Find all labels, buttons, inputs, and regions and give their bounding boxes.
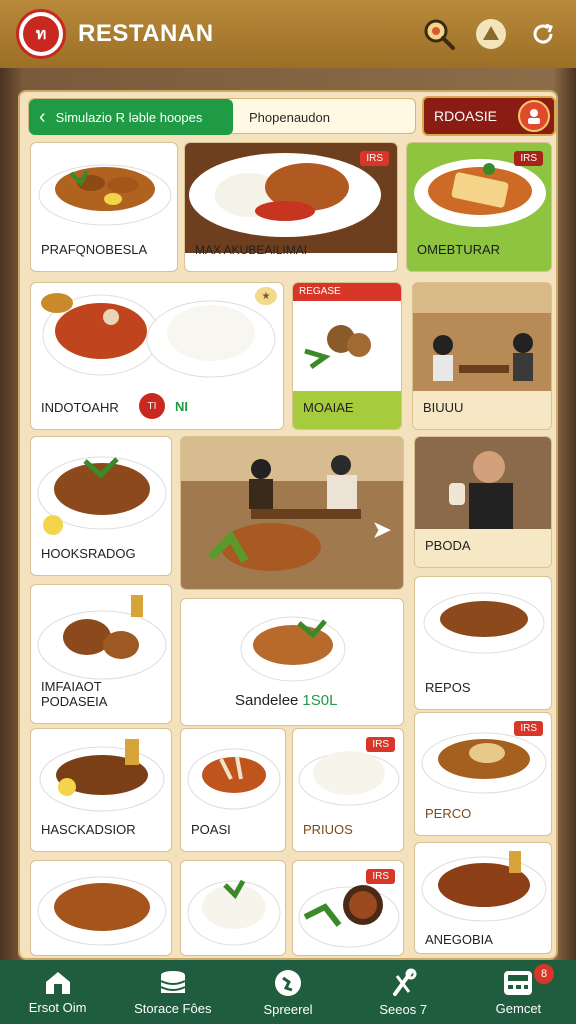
food-image bbox=[41, 293, 276, 378]
menu-card[interactable]: ➤ bbox=[180, 436, 404, 590]
search-icon[interactable] bbox=[422, 17, 456, 51]
notification-badge: 8 bbox=[534, 964, 555, 984]
nav-label: Seeos 7 bbox=[379, 1001, 428, 1017]
menu-card[interactable] bbox=[30, 860, 172, 956]
menu-card[interactable]: IRS bbox=[292, 860, 404, 956]
card-tag: TI bbox=[139, 393, 165, 419]
food-image bbox=[37, 595, 167, 680]
app-title: RESTANAN bbox=[78, 20, 214, 47]
food-image bbox=[187, 879, 281, 946]
play-icon[interactable]: ➤ bbox=[373, 517, 391, 543]
food-image bbox=[423, 592, 545, 654]
menu-card[interactable]: IRS PERCO bbox=[414, 712, 552, 836]
tools-icon bbox=[393, 968, 417, 996]
menu-card[interactable]: IRS OMEBTURAR bbox=[406, 142, 552, 272]
menu-card[interactable]: POASI bbox=[180, 728, 286, 852]
nav-gemcet[interactable]: Gemcet 8 bbox=[461, 960, 576, 1024]
refresh-icon[interactable] bbox=[526, 17, 560, 51]
card-label: POASI bbox=[191, 822, 231, 837]
back-button[interactable]: ‹ Simulazio R ləble hoopes bbox=[29, 99, 233, 135]
back-label: Simulazio R ləble hoopes bbox=[55, 109, 203, 125]
card-tag: IRS bbox=[514, 151, 543, 166]
card-label: REPOS bbox=[425, 680, 471, 695]
card-label: ANEGOBIA bbox=[425, 932, 493, 947]
food-image bbox=[37, 876, 167, 946]
menu-card[interactable]: ANEGOBIA bbox=[414, 842, 552, 954]
card-extra: NI bbox=[175, 398, 188, 414]
card-label: MOAIAE bbox=[303, 400, 354, 415]
card-tag: IRS bbox=[360, 151, 389, 166]
food-image bbox=[240, 616, 346, 682]
logo-mark: ท bbox=[23, 16, 59, 52]
menu-card[interactable]: PBODA bbox=[414, 436, 552, 568]
waiter-photo bbox=[415, 437, 551, 537]
food-image bbox=[299, 321, 399, 381]
card-label: OMEBTURAR bbox=[417, 242, 501, 257]
dining-photo bbox=[181, 437, 403, 589]
promo-button[interactable]: RDOASIE bbox=[422, 96, 556, 136]
card-label: Sandelee bbox=[235, 692, 299, 709]
menu-card[interactable]: IRS PRIUOS bbox=[292, 728, 404, 852]
food-image bbox=[421, 851, 547, 922]
nav-home[interactable]: Ersot Oim bbox=[0, 960, 115, 1024]
app-header: ท RESTANAN bbox=[0, 0, 576, 68]
nav-spreerel[interactable]: Spreerel bbox=[230, 960, 345, 1024]
food-image bbox=[38, 164, 172, 226]
chef-avatar-icon bbox=[518, 100, 550, 132]
calculator-icon bbox=[504, 970, 533, 995]
card-label: PBODA bbox=[425, 538, 471, 553]
dining-photo bbox=[413, 283, 551, 393]
card-label: MAX AKUBEAILIMAI bbox=[195, 243, 308, 257]
food-image bbox=[39, 739, 165, 812]
card-label: HOOKSRADOG bbox=[41, 546, 136, 561]
menu-card[interactable]: PRAFQNOBESLA bbox=[30, 142, 178, 272]
app-logo[interactable]: ท bbox=[16, 9, 66, 59]
menu-card[interactable]: HOOKSRADOG bbox=[30, 436, 172, 576]
nav-label: Spreerel bbox=[263, 1001, 313, 1017]
card-label: HASCKADSIOR bbox=[41, 822, 136, 837]
card-label: PRAFQNOBESLA bbox=[41, 242, 148, 257]
card-tag: IRS bbox=[514, 721, 543, 736]
nav-storage[interactable]: Storace Fôes bbox=[115, 960, 230, 1024]
menu-card[interactable]: IMFAIAOT PODASEIA bbox=[30, 584, 172, 724]
food-image bbox=[187, 748, 281, 810]
promo-label: RDOASIE bbox=[434, 108, 498, 124]
food-image bbox=[37, 456, 167, 535]
card-tag: IRS bbox=[366, 869, 395, 884]
card-label: PRIUOS bbox=[303, 822, 353, 837]
filter-bar: ‹ Simulazio R ləble hoopes Phopenaudon bbox=[28, 98, 416, 135]
card-extra: 1S0L bbox=[302, 692, 338, 709]
database-icon bbox=[160, 970, 186, 993]
menu-card[interactable]: Sandelee 1S0L bbox=[180, 598, 404, 726]
card-tag: REGASE bbox=[293, 283, 401, 301]
chef-icon[interactable] bbox=[474, 17, 508, 51]
chevron-left-icon: ‹ bbox=[39, 105, 46, 128]
nav-label: Gemcet bbox=[495, 1000, 542, 1016]
menu-card[interactable]: REPOS bbox=[414, 576, 552, 710]
nav-seeos[interactable]: Seeos 7 bbox=[346, 960, 461, 1024]
menu-card[interactable]: ★ INDOTOAHR TI NI bbox=[30, 282, 284, 430]
bottom-navigation: Ersot Oim Storace Fôes Spreerel Seeos 7 … bbox=[0, 960, 576, 1024]
menu-panel: ‹ Simulazio R ləble hoopes Phopenaudon R… bbox=[18, 90, 558, 960]
home-icon bbox=[45, 971, 70, 994]
menu-card[interactable]: REGASE MOAIAE bbox=[292, 282, 402, 430]
card-label: PERCO bbox=[425, 806, 472, 821]
card-tag: IRS bbox=[366, 737, 395, 752]
nav-label: Storace Fôes bbox=[134, 1000, 212, 1016]
menu-card[interactable]: HASCKADSIOR bbox=[30, 728, 172, 852]
card-label: INDOTOAHR bbox=[41, 400, 119, 415]
nav-label: Ersot Oim bbox=[28, 999, 87, 1015]
menu-card[interactable]: IRS MAX AKUBEAILIMAI bbox=[184, 142, 398, 272]
favorite-icon[interactable]: ★ bbox=[255, 287, 277, 305]
card-label: IMFAIAOT PODASEIA bbox=[41, 679, 108, 709]
menu-card[interactable] bbox=[180, 860, 286, 956]
globe-icon bbox=[275, 969, 301, 996]
card-label: BIUUU bbox=[423, 400, 464, 415]
secondary-filter[interactable]: Phopenaudon bbox=[249, 99, 330, 135]
menu-card[interactable]: BIUUU bbox=[412, 282, 552, 430]
